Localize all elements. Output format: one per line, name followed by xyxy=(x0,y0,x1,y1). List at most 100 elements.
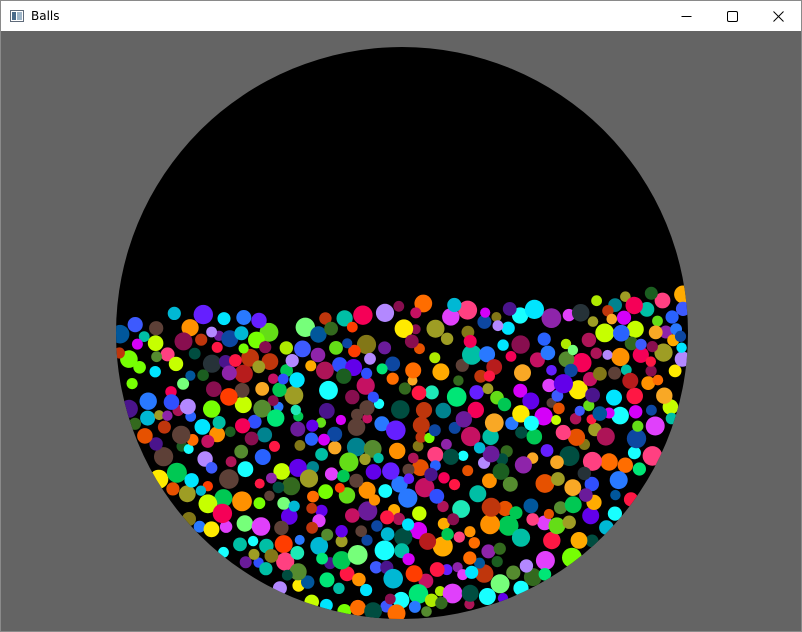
ball xyxy=(551,415,562,425)
ball xyxy=(279,341,293,355)
ball xyxy=(492,320,504,332)
ball xyxy=(185,370,196,381)
ball xyxy=(352,572,366,587)
ball xyxy=(626,428,647,449)
ball xyxy=(606,313,618,325)
ball xyxy=(501,321,515,335)
ball xyxy=(648,325,663,340)
ball xyxy=(203,400,221,418)
ball xyxy=(235,418,251,434)
ball xyxy=(627,446,641,460)
ball xyxy=(526,428,543,445)
ball xyxy=(555,424,571,441)
ball xyxy=(347,418,366,436)
ball xyxy=(428,424,441,437)
ball xyxy=(617,457,633,473)
ball xyxy=(562,515,576,529)
ball xyxy=(458,450,469,461)
ball xyxy=(206,326,218,338)
ball xyxy=(266,472,277,484)
canvas-area[interactable] xyxy=(1,31,801,631)
ball xyxy=(324,321,338,336)
window-title: Balls xyxy=(31,9,60,23)
ball xyxy=(203,521,220,538)
maximize-button[interactable] xyxy=(709,1,755,31)
ball xyxy=(197,369,209,382)
ball xyxy=(398,382,411,395)
ball xyxy=(514,364,531,382)
minimize-button[interactable] xyxy=(663,1,709,31)
ball xyxy=(299,469,319,488)
ball xyxy=(511,528,531,547)
ball xyxy=(264,490,275,501)
ball xyxy=(133,361,146,374)
ball xyxy=(492,463,510,480)
ball xyxy=(126,378,138,390)
ball xyxy=(272,382,287,397)
ball xyxy=(149,469,169,489)
ball xyxy=(484,413,504,433)
ball xyxy=(644,286,658,300)
ball xyxy=(668,364,682,378)
ball xyxy=(384,593,396,605)
ball xyxy=(585,387,600,403)
ball xyxy=(453,531,465,543)
ball xyxy=(448,479,461,491)
ball xyxy=(281,569,293,581)
ball xyxy=(599,520,614,535)
minimize-icon xyxy=(681,7,692,26)
ball xyxy=(360,583,373,597)
ball xyxy=(373,452,384,464)
ball xyxy=(590,347,602,359)
ball xyxy=(290,421,306,437)
ball xyxy=(592,406,608,421)
ball xyxy=(233,537,247,552)
ball xyxy=(267,409,285,427)
ball xyxy=(523,415,539,431)
ball xyxy=(382,462,400,480)
ball xyxy=(315,448,328,461)
ball xyxy=(149,321,164,336)
ball xyxy=(542,378,556,393)
ball xyxy=(254,449,271,465)
ball xyxy=(438,472,450,484)
ball xyxy=(616,310,632,325)
ball xyxy=(455,411,472,428)
ball xyxy=(139,392,157,410)
ball xyxy=(238,343,249,354)
ball xyxy=(252,360,266,374)
ball xyxy=(221,365,237,381)
ball xyxy=(502,476,518,492)
title-bar[interactable]: Balls xyxy=(1,1,801,31)
ball xyxy=(321,528,334,541)
ball xyxy=(174,332,193,351)
ball xyxy=(284,386,304,405)
ball xyxy=(259,562,273,576)
ball xyxy=(244,431,259,446)
ball xyxy=(217,312,231,326)
ball xyxy=(625,296,643,315)
close-button[interactable] xyxy=(755,1,801,31)
ball xyxy=(511,335,530,354)
ball xyxy=(310,326,327,343)
ball xyxy=(131,338,143,350)
ball xyxy=(463,551,477,565)
ball xyxy=(248,548,260,560)
ball xyxy=(116,324,130,344)
ball xyxy=(411,385,427,401)
ball xyxy=(140,410,156,426)
ball xyxy=(464,526,476,538)
ball xyxy=(289,563,307,581)
ball xyxy=(635,338,647,351)
ball xyxy=(626,320,644,338)
ball xyxy=(376,363,388,375)
ball xyxy=(212,503,233,524)
ball xyxy=(234,444,249,459)
ball xyxy=(665,310,679,324)
ball xyxy=(607,506,623,521)
ball xyxy=(441,528,454,541)
ball xyxy=(290,404,301,416)
ball xyxy=(581,332,597,348)
ball xyxy=(269,440,280,452)
ball xyxy=(447,513,460,526)
